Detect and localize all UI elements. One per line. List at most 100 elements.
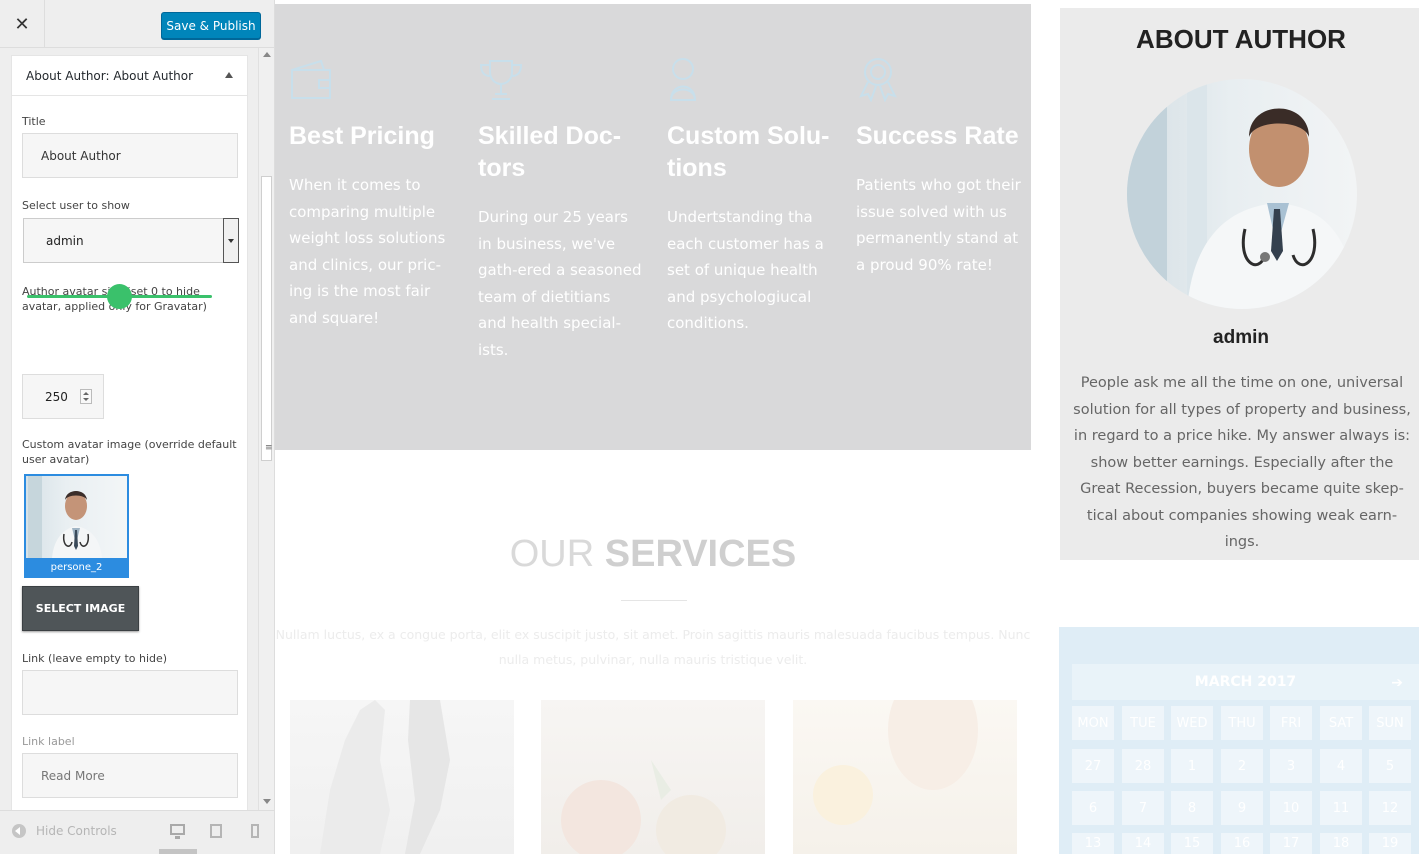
services-heading-light: OUR — [509, 533, 595, 575]
calendar-date[interactable]: 27 — [1072, 749, 1114, 783]
calendar-date[interactable]: 13 — [1072, 833, 1114, 854]
service-image-vegetables — [541, 700, 765, 854]
avatar-filename: persone_2 — [50, 561, 103, 573]
calendar-date[interactable]: 3 — [1270, 749, 1312, 783]
calendar-date[interactable]: 15 — [1171, 833, 1213, 854]
select-image-button[interactable]: SELECT IMAGE — [22, 586, 139, 631]
collapse-left-icon — [12, 824, 26, 838]
feature-title: Best Pricing — [289, 122, 435, 150]
calendar-day-header: THU — [1221, 706, 1263, 740]
calendar-date[interactable]: 9 — [1221, 791, 1263, 825]
number-spinner-icon[interactable] — [80, 389, 92, 404]
calendar-date[interactable]: 2 — [1221, 749, 1263, 783]
calendar-date[interactable]: 8 — [1171, 791, 1213, 825]
next-month-arrow-icon[interactable]: ➔ — [1391, 675, 1403, 691]
feature-title: Success Rate — [856, 122, 1019, 150]
widget-name: About Author — [26, 69, 106, 83]
avatar-size-input[interactable]: 250 — [22, 374, 104, 419]
calendar-day-header: TUE — [1122, 706, 1164, 740]
calendar-widget: MARCH 2017 ➔ MON TUE WED THU FRI SAT SUN… — [1059, 627, 1419, 854]
doctor-photo-thumbnail — [26, 476, 127, 558]
services-heading-bold: SERVICES — [604, 533, 797, 575]
calendar-date[interactable]: 18 — [1320, 833, 1362, 854]
award-ribbon-icon — [859, 58, 897, 102]
link-label-input[interactable]: Read More — [22, 753, 238, 798]
feature-text: Undertstanding tha each customer has a s… — [667, 208, 824, 332]
wallet-icon — [291, 59, 331, 99]
avatar-size-slider-handle[interactable] — [107, 284, 132, 309]
calendar-day-header: WED — [1171, 706, 1213, 740]
customizer-footer: Hide Controls — [0, 810, 274, 854]
hide-controls-button[interactable]: Hide Controls — [12, 824, 117, 838]
calendar-day-header: FRI — [1270, 706, 1312, 740]
calendar-date[interactable]: 4 — [1320, 749, 1362, 783]
feature-text: Patients who got their issue solved with… — [856, 176, 1021, 274]
calendar-date[interactable]: 28 — [1122, 749, 1164, 783]
calendar-date[interactable]: 12 — [1369, 791, 1411, 825]
link-label-field-label: Link label — [22, 735, 75, 748]
calendar-date[interactable]: 16 — [1221, 833, 1263, 854]
grip-icon: ≡ — [265, 443, 273, 453]
widget-title-suffix: About Author — [113, 69, 194, 83]
controls-scroll-area: About Author: About Author Title About A… — [0, 48, 274, 810]
author-avatar — [1127, 79, 1357, 309]
user-select-label: Select user to show — [22, 199, 130, 212]
collapse-arrow-icon[interactable] — [225, 72, 233, 78]
avatar-size-value: 250 — [45, 389, 68, 404]
scrollbar-thumb[interactable]: ≡ — [261, 176, 273, 461]
feature-title: Custom Solu-tions — [667, 122, 830, 182]
calendar-date[interactable]: 19 — [1369, 833, 1411, 854]
customizer-screen: ✕ Save & Publish About Author: About Aut… — [0, 0, 1419, 854]
site-preview: Best Pricing When it comes to comparing … — [275, 0, 1419, 854]
widget-header[interactable]: About Author: About Author — [12, 56, 247, 96]
feature-title: Skilled Doc-tors — [478, 122, 622, 182]
save-publish-button[interactable]: Save & Publish — [161, 12, 261, 39]
mobile-preview-icon[interactable] — [251, 824, 259, 838]
scroll-down-arrow-icon[interactable] — [263, 799, 271, 804]
calendar-day-header: MON — [1072, 706, 1114, 740]
calendar-date[interactable]: 17 — [1270, 833, 1312, 854]
title-input[interactable]: About Author — [22, 133, 238, 178]
author-bio: People ask me all the time on one, unive… — [1073, 375, 1411, 550]
about-author-widget: About Author: About Author Title About A… — [11, 55, 248, 810]
calendar-month-header: MARCH 2017 ➔ — [1072, 664, 1419, 700]
about-author-widget-preview: ABOUT AUTHOR admin People ask me all the… — [1060, 8, 1419, 560]
sidebar-scrollbar[interactable]: ≡ — [258, 48, 274, 810]
about-author-title: ABOUT AUTHOR — [1136, 24, 1346, 54]
feature-text: When it comes to comparing multiple weig… — [289, 176, 446, 327]
feature-text: During our 25 years in business, we've g… — [478, 208, 642, 359]
features-section: Best Pricing When it comes to comparing … — [275, 4, 1031, 450]
services-divider — [621, 600, 687, 601]
calendar-day-header: SAT — [1320, 706, 1362, 740]
custom-avatar-label: Custom avatar image (override default us… — [22, 438, 237, 466]
calendar-month: MARCH 2017 — [1194, 674, 1297, 690]
link-field-label: Link (leave empty to hide) — [22, 652, 168, 665]
user-select[interactable]: admin — [23, 218, 239, 263]
service-image-fitness — [290, 700, 514, 854]
chevron-down-icon[interactable] — [223, 218, 239, 263]
calendar-date[interactable]: 7 — [1122, 791, 1164, 825]
user-select-value: admin — [46, 233, 84, 248]
hide-controls-label: Hide Controls — [36, 824, 117, 838]
author-name: admin — [1213, 327, 1269, 348]
customizer-header: ✕ Save & Publish — [0, 0, 274, 48]
link-input[interactable] — [22, 670, 238, 715]
tablet-preview-icon[interactable] — [210, 824, 222, 838]
customizer-sidebar: ✕ Save & Publish About Author: About Aut… — [0, 0, 275, 854]
trophy-icon — [479, 60, 523, 100]
avatar-size-label: Author avatar size (set 0 to hide avatar… — [22, 285, 207, 313]
calendar-date[interactable]: 14 — [1122, 833, 1164, 854]
scroll-up-arrow-icon[interactable] — [263, 52, 271, 57]
calendar-date[interactable]: 11 — [1320, 791, 1362, 825]
active-device-indicator — [159, 849, 197, 854]
calendar-date[interactable]: 1 — [1171, 749, 1213, 783]
desktop-preview-icon[interactable] — [170, 824, 185, 839]
title-field-label: Title — [22, 115, 46, 128]
calendar-date[interactable]: 5 — [1369, 749, 1411, 783]
person-icon — [669, 58, 697, 101]
calendar-date[interactable]: 6 — [1072, 791, 1114, 825]
close-icon[interactable]: ✕ — [0, 0, 45, 48]
avatar-thumbnail[interactable]: persone_2 — [24, 474, 129, 578]
calendar-date[interactable]: 10 — [1270, 791, 1312, 825]
services-description: Nullam luctus, ex a congue porta, elit e… — [275, 627, 1031, 667]
